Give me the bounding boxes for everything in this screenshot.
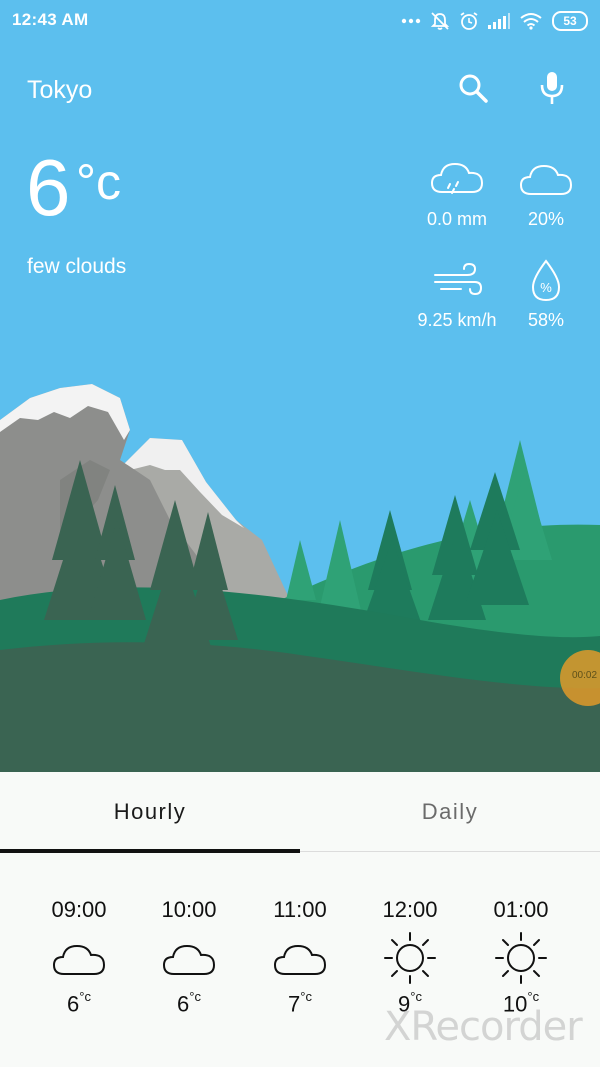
hourly-time: 09:00: [51, 897, 107, 922]
hourly-time: 10:00: [161, 897, 217, 922]
cloudiness-value: 20%: [527, 209, 565, 229]
cloud-icon: [134, 925, 244, 991]
hourly-time: 12:00: [382, 897, 438, 922]
humidity-value: 58%: [527, 310, 565, 330]
weather-app: 12:43 AM 53 Tokyo 6 °c few clouds 0.0 mm…: [0, 0, 600, 1067]
cloud-icon: [510, 155, 582, 205]
search-icon: [457, 72, 489, 109]
cloud-icon: [24, 925, 134, 991]
tab-hourly[interactable]: Hourly: [0, 772, 300, 852]
cloudiness-metric: 20%: [510, 155, 582, 230]
forecast-tabs: Hourly Daily: [0, 772, 600, 852]
hourly-item[interactable]: 09:00 6°c: [24, 897, 134, 1017]
landscape-illustration: [0, 384, 600, 772]
wind-value: 9.25 km/h: [417, 310, 497, 330]
hourly-item[interactable]: 10:00 6°c: [134, 897, 244, 1017]
hourly-temperature: 6°c: [67, 989, 91, 1017]
cloud-icon: [245, 925, 355, 991]
current-temperature: 6: [26, 143, 70, 232]
hourly-temperature: 6°c: [177, 989, 201, 1017]
hourly-temperature: 7°c: [288, 989, 312, 1017]
precipitation-value: 0.0 mm: [426, 209, 487, 229]
status-icons: 53: [401, 9, 588, 33]
humidity-drop-icon: %: [510, 256, 582, 306]
hourly-time: 01:00: [493, 897, 549, 922]
signal-icon: [488, 13, 510, 29]
voice-search-button[interactable]: [532, 70, 572, 110]
more-dots-icon: [401, 18, 421, 24]
status-time: 12:43 AM: [12, 10, 89, 29]
alarm-icon: [459, 11, 479, 31]
battery-indicator: 53: [552, 11, 588, 31]
sun-icon: [466, 925, 576, 991]
hourly-item[interactable]: 01:00 10°c: [466, 897, 576, 1017]
wifi-icon: [519, 12, 543, 30]
rain-cloud-icon: [407, 155, 507, 205]
status-bar: 12:43 AM 53: [0, 0, 600, 44]
precipitation-metric: 0.0 mm: [407, 155, 507, 230]
recorder-watermark: XRecorder: [384, 1004, 583, 1050]
city-name[interactable]: Tokyo: [27, 76, 92, 105]
bell-off-icon: [430, 11, 450, 31]
sun-icon: [355, 925, 465, 991]
sky-background: 12:43 AM 53 Tokyo 6 °c few clouds 0.0 mm…: [0, 0, 600, 772]
search-button[interactable]: [453, 70, 493, 110]
wind-metric: 9.25 km/h: [402, 256, 512, 331]
svg-text:%: %: [540, 280, 552, 295]
recorder-timer: 00:02: [572, 670, 598, 681]
mic-icon: [539, 71, 565, 110]
hourly-item[interactable]: 11:00 7°c: [245, 897, 355, 1017]
tab-daily[interactable]: Daily: [300, 772, 600, 852]
hourly-item[interactable]: 12:00 9°c: [355, 897, 465, 1017]
wind-icon: [402, 256, 512, 306]
temperature-unit: °c: [76, 154, 121, 210]
weather-condition: few clouds: [27, 255, 127, 278]
hourly-time: 11:00: [273, 897, 327, 922]
humidity-metric: % 58%: [510, 256, 582, 331]
